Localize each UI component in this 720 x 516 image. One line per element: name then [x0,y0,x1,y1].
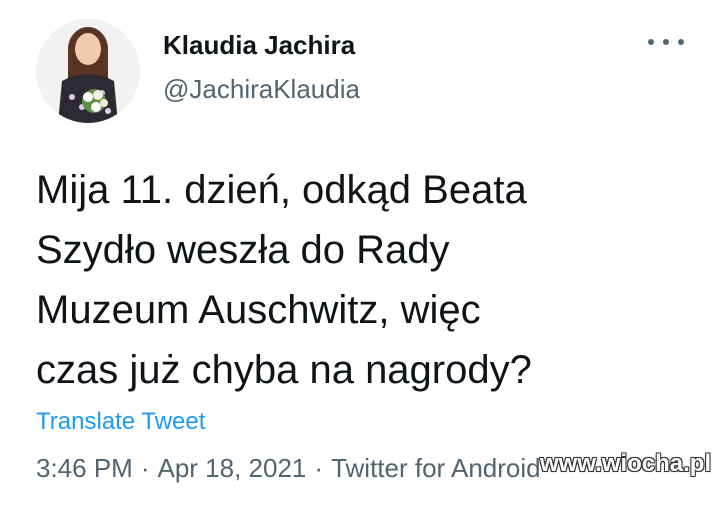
tweet-text-line: Mija 11. dzień, odkąd Beata [36,168,527,212]
avatar-image [36,19,140,123]
tweet-metadata: 3:46 PM · Apr 18, 2021 · Twitter for Android [36,453,541,484]
tweet-text-line: czas już chyba na nagrody? [36,348,532,392]
tweet-text-line: Szydło weszła do Rady [36,228,450,272]
tweet-card: Klaudia Jachira @JachiraKlaudia Mija 11.… [0,0,720,516]
tweet-text: Mija 11. dzień, odkąd Beata Szydło weszł… [36,160,676,400]
tweet-date[interactable]: Apr 18, 2021 [158,453,307,483]
author-avatar[interactable] [36,19,140,123]
tweet-text-line: Muzeum Auschwitz, więc [36,288,481,332]
author-handle[interactable]: @JachiraKlaudia [163,74,360,105]
separator: · [140,453,150,483]
tweet-source[interactable]: Twitter for Android [331,453,541,483]
more-dot [648,39,654,45]
separator: · [314,453,324,483]
translate-tweet-link[interactable]: Translate Tweet [36,408,205,436]
more-dot [663,39,669,45]
tweet-time[interactable]: 3:46 PM [36,453,133,483]
watermark: www.wiocha.pl [540,450,712,477]
author-display-name[interactable]: Klaudia Jachira [163,30,355,61]
more-dot [678,39,684,45]
more-icon[interactable] [648,30,684,54]
